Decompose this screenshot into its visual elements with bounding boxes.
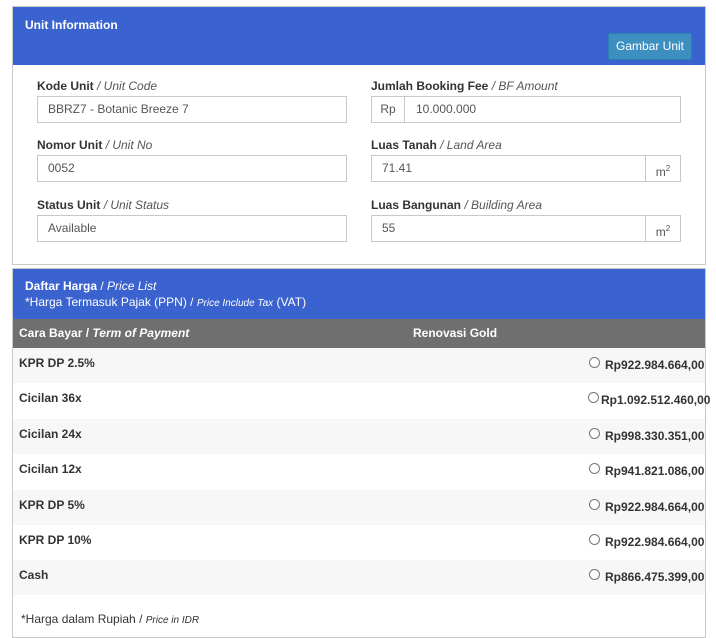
gambar-unit-button[interactable]: Gambar Unit <box>608 33 692 60</box>
price-value: Rp922.984.664,00 <box>605 358 705 372</box>
unit-status-input[interactable]: Available <box>37 215 347 242</box>
land-area-field: Luas Tanah / Land Area 71.41 m2 <box>371 138 681 182</box>
price-value: Rp922.984.664,00 <box>605 499 705 514</box>
currency-footnote: *Harga dalam Rupiah / Price in IDR <box>21 612 200 626</box>
price-radio[interactable] <box>589 427 600 439</box>
unit-status-label: Status Unit / Unit Status <box>37 198 170 212</box>
unit-code-field: Kode Unit / Unit Code BBRZ7 - Botanic Br… <box>37 79 347 123</box>
payment-term-label: Cicilan 36x <box>19 391 82 406</box>
price-list-title: Daftar Harga / Price List <box>25 279 157 293</box>
table-row: KPR DP 10% Rp922.984.664,00 <box>13 525 705 560</box>
price-table-header: Cara Bayar / Term of Payment Renovasi Go… <box>13 319 705 348</box>
table-row: KPR DP 2.5% Rp922.984.664,00 <box>13 348 705 383</box>
unit-no-label: Nomor Unit / Unit No <box>37 138 153 152</box>
currency-addon: Rp <box>372 97 405 122</box>
unit-information-title: Unit Information <box>25 18 118 32</box>
payment-term-label: KPR DP 5% <box>19 497 85 512</box>
unit-information-panel: Unit Information Gambar Unit Kode Unit /… <box>12 6 706 265</box>
building-area-field: Luas Bangunan / Building Area 55 m2 <box>371 198 681 242</box>
unit-no-input[interactable]: 0052 <box>37 155 347 182</box>
land-area-unit-addon: m2 <box>645 156 680 181</box>
price-radio[interactable] <box>589 569 600 581</box>
price-radio[interactable] <box>588 392 599 404</box>
table-row: KPR DP 5% Rp922.984.664,00 <box>13 489 705 525</box>
table-row: Cicilan 24x Rp998.330.351,00 <box>13 418 705 454</box>
payment-term-label: KPR DP 10% <box>19 533 92 547</box>
table-row: Cash Rp866.475.399,00 <box>13 560 705 596</box>
payment-term-label: Cicilan 24x <box>19 426 82 441</box>
unit-status-field: Status Unit / Unit Status Available <box>37 198 347 242</box>
price-value: Rp866.475.399,00 <box>605 570 705 585</box>
price-radio[interactable] <box>589 498 600 510</box>
price-value: Rp941.821.086,00 <box>605 464 705 479</box>
unit-information-header: Unit Information Gambar Unit <box>13 7 705 65</box>
table-row: Cicilan 36x Rp1.092.512.460,00 <box>13 383 710 419</box>
price-value: Rp922.984.664,00 <box>605 535 705 549</box>
table-row: Cicilan 12x Rp941.821.086,00 <box>13 454 705 490</box>
renovasi-gold-column-header: Renovasi Gold <box>413 326 498 340</box>
price-value: Rp1.092.512.460,00 <box>601 393 711 408</box>
payment-term-label: Cicilan 12x <box>19 462 82 477</box>
payment-term-label: Cash <box>19 568 49 583</box>
unit-no-field: Nomor Unit / Unit No 0052 <box>37 138 347 182</box>
booking-fee-label: Jumlah Booking Fee / BF Amount <box>371 79 558 93</box>
booking-fee-input[interactable]: Rp 10.000.000 <box>371 96 681 123</box>
unit-code-input[interactable]: BBRZ7 - Botanic Breeze 7 <box>37 96 347 123</box>
payment-column-header: Cara Bayar / Term of Payment <box>19 326 190 340</box>
booking-fee-field: Jumlah Booking Fee / BF Amount Rp 10.000… <box>371 79 681 123</box>
price-list-header: Daftar Harga / Price List *Harga Termasu… <box>13 269 705 319</box>
land-area-label: Luas Tanah / Land Area <box>371 138 502 152</box>
building-area-label: Luas Bangunan / Building Area <box>371 198 542 212</box>
tax-note: *Harga Termasuk Pajak (PPN) / Price Incl… <box>25 295 307 309</box>
building-area-input[interactable]: 55 m2 <box>371 215 681 242</box>
price-radio[interactable] <box>589 463 600 475</box>
price-radio[interactable] <box>589 534 600 545</box>
building-area-unit-addon: m2 <box>645 216 680 241</box>
price-value: Rp998.330.351,00 <box>605 428 705 443</box>
payment-term-label: KPR DP 2.5% <box>19 356 95 370</box>
price-list-panel: Daftar Harga / Price List *Harga Termasu… <box>12 268 710 638</box>
unit-code-label: Kode Unit / Unit Code <box>37 79 158 93</box>
price-radio[interactable] <box>589 357 600 368</box>
land-area-input[interactable]: 71.41 m2 <box>371 155 681 182</box>
